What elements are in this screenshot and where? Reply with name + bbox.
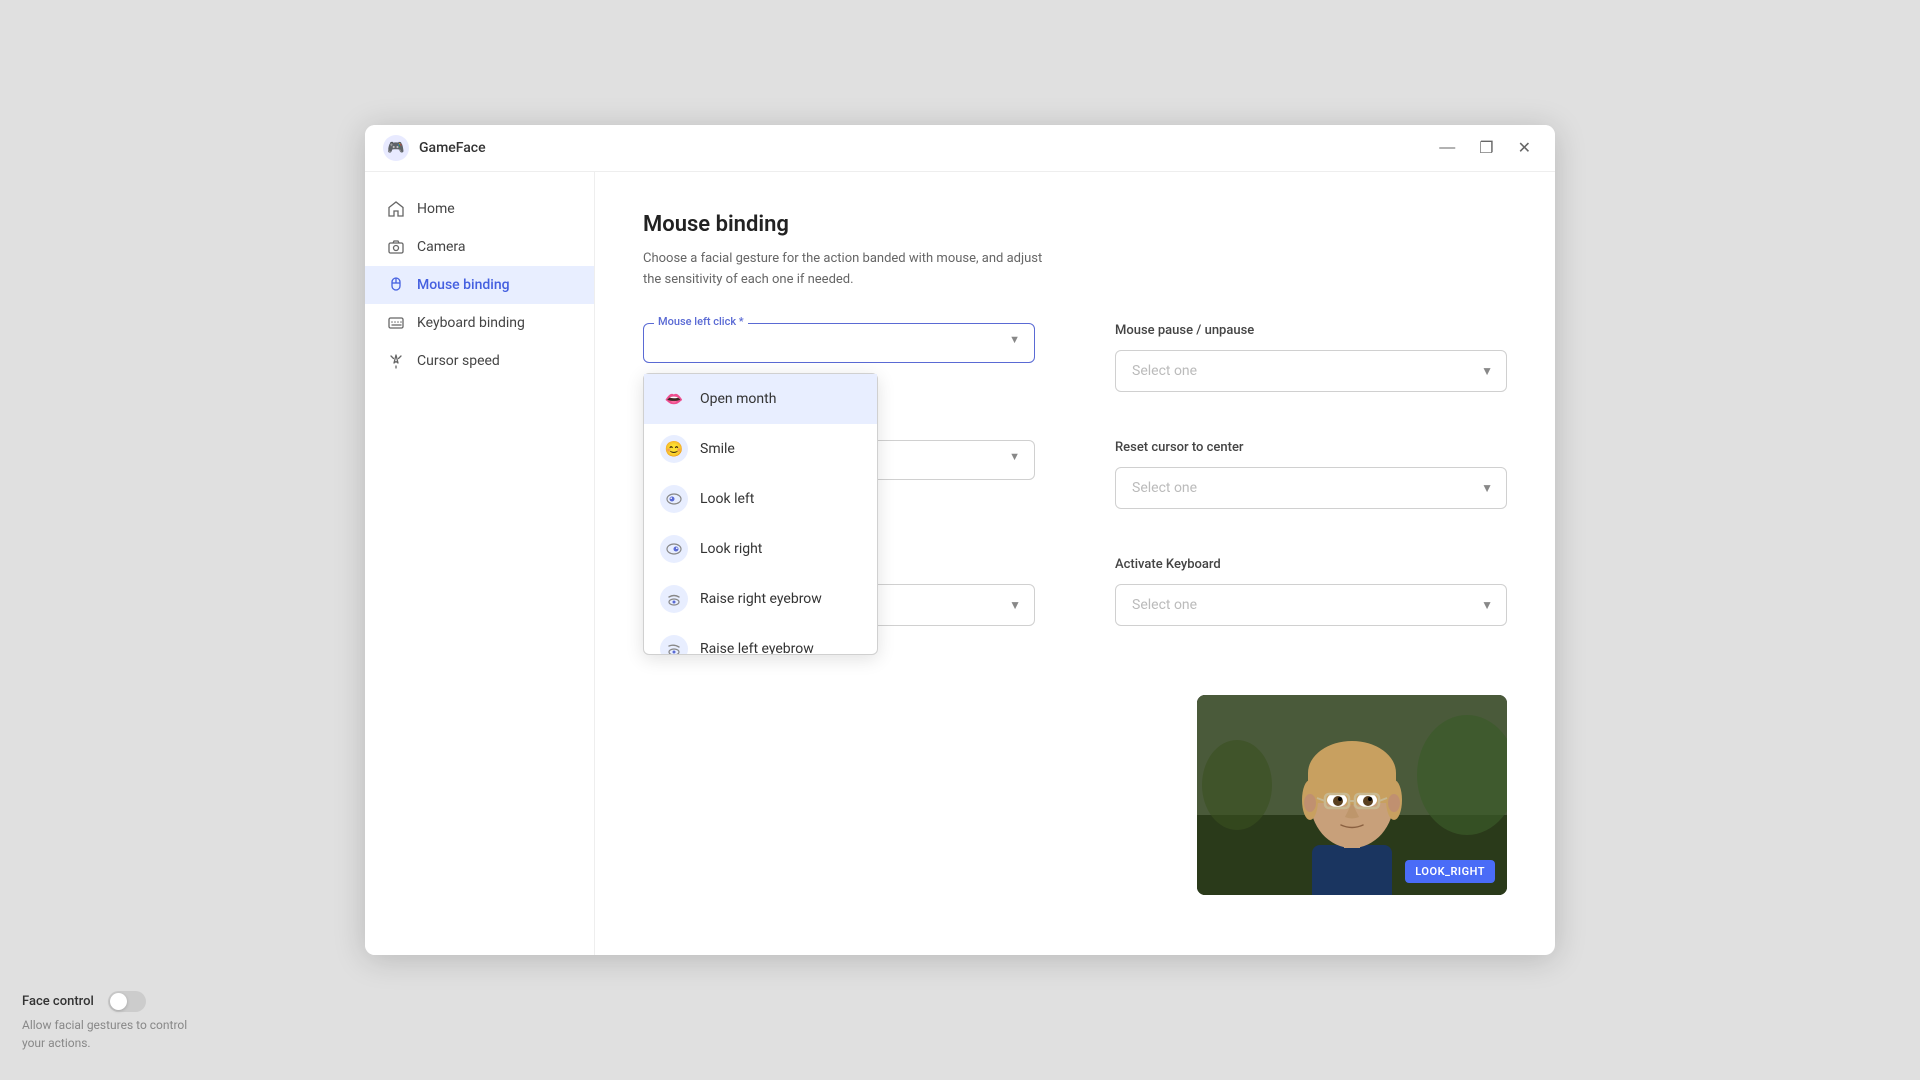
smile-icon: 😊	[660, 435, 688, 463]
activate-keyboard-select[interactable]: Select one	[1115, 584, 1507, 626]
binding-label-left-click: Mouse left click *	[654, 315, 748, 328]
titlebar: 🎮 GameFace — ❐ ✕	[365, 125, 1555, 172]
dropdown-item-label-smile: Smile	[700, 441, 735, 457]
sidebar-label-camera: Camera	[417, 239, 466, 255]
binding-label-reset: Reset cursor to center	[1115, 440, 1507, 455]
reset-cursor-select[interactable]: Select one	[1115, 467, 1507, 509]
raise-right-eyebrow-icon	[660, 585, 688, 613]
look-left-icon	[660, 485, 688, 513]
dropdown-item-label-open-mouth: Open month	[700, 391, 776, 407]
app-title: GameFace	[419, 140, 486, 156]
sidebar: Home Camera	[365, 172, 595, 955]
camera-preview-inner: LOOK_RIGHT	[1197, 695, 1507, 895]
app-logo: 🎮	[383, 135, 409, 161]
maximize-button[interactable]: ❐	[1473, 136, 1499, 160]
dropdown-item-label-raise-left-eyebrow: Raise left eyebrow	[700, 641, 814, 654]
open-mouth-icon: 👄	[660, 385, 688, 413]
minimize-button[interactable]: —	[1433, 136, 1461, 160]
mouse-left-click-dropdown: 👄 Open month 😊 Smile	[643, 373, 878, 655]
page-description: Choose a facial gesture for the action b…	[643, 249, 1063, 291]
camera-icon	[387, 238, 405, 256]
mouse-pause-select[interactable]: Select one	[1115, 350, 1507, 392]
bindings-grid: Mouse left click * ▼ 👄 Open month	[643, 323, 1507, 626]
camera-preview: LOOK_RIGHT	[1197, 695, 1507, 895]
cursor-speed-icon	[387, 352, 405, 370]
camera-badge: LOOK_RIGHT	[1405, 860, 1495, 883]
page-title: Mouse binding	[643, 212, 1507, 237]
main-content: Mouse binding Choose a facial gesture fo…	[595, 172, 1555, 955]
window-controls: — ❐ ✕	[1433, 136, 1537, 160]
mouse-pause-placeholder: Select one	[1132, 363, 1197, 379]
binding-label-pause: Mouse pause / unpause	[1115, 323, 1507, 338]
chevron-down-icon: ▼	[1009, 450, 1020, 463]
binding-mouse-pause: Mouse pause / unpause Select one ▼	[1115, 323, 1507, 392]
dropdown-item-raise-right-eyebrow[interactable]: Raise right eyebrow	[644, 574, 877, 624]
raise-left-eyebrow-icon	[660, 635, 688, 654]
chevron-down-icon: ▼	[1009, 333, 1020, 346]
binding-activate-keyboard: Activate Keyboard Select one ▼	[1115, 557, 1507, 626]
dropdown-item-smile[interactable]: 😊 Smile	[644, 424, 877, 474]
dropdown-item-raise-left-eyebrow[interactable]: Raise left eyebrow	[644, 624, 877, 654]
titlebar-left: 🎮 GameFace	[383, 135, 486, 161]
dropdown-item-look-right[interactable]: Look right	[644, 524, 877, 574]
close-button[interactable]: ✕	[1512, 136, 1537, 160]
app-window: 🎮 GameFace — ❐ ✕ Home	[365, 125, 1555, 955]
dropdown-item-open-mouth[interactable]: 👄 Open month	[644, 374, 877, 424]
mouse-icon	[387, 276, 405, 294]
dropdown-list: 👄 Open month 😊 Smile	[644, 374, 877, 654]
sidebar-label-home: Home	[417, 201, 455, 217]
sidebar-item-mouse-binding[interactable]: Mouse binding	[365, 266, 594, 304]
reset-cursor-placeholder: Select one	[1132, 480, 1197, 496]
mouse-left-click-select[interactable]: ▼	[658, 328, 1020, 352]
sidebar-label-cursor-speed: Cursor speed	[417, 353, 500, 369]
activate-keyboard-placeholder: Select one	[1132, 597, 1197, 613]
sidebar-label-mouse-binding: Mouse binding	[417, 277, 510, 293]
sidebar-item-camera[interactable]: Camera	[365, 228, 594, 266]
reset-cursor-select-wrapper: Select one ▼	[1115, 467, 1507, 509]
sidebar-item-keyboard-binding[interactable]: Keyboard binding	[365, 304, 594, 342]
home-icon	[387, 200, 405, 218]
app-body: Home Camera	[365, 172, 1555, 955]
binding-reset-cursor: Reset cursor to center Select one ▼	[1115, 440, 1507, 509]
sidebar-label-keyboard-binding: Keyboard binding	[417, 315, 525, 331]
dropdown-item-label-look-left: Look left	[700, 491, 754, 507]
activate-keyboard-select-wrapper: Select one ▼	[1115, 584, 1507, 626]
dropdown-item-label-look-right: Look right	[700, 541, 762, 557]
mouse-pause-select-wrapper: Select one ▼	[1115, 350, 1507, 392]
binding-label-keyboard: Activate Keyboard	[1115, 557, 1507, 572]
dropdown-item-look-left[interactable]: Look left	[644, 474, 877, 524]
dropdown-item-label-raise-right-eyebrow: Raise right eyebrow	[700, 591, 822, 607]
sidebar-item-cursor-speed[interactable]: Cursor speed	[365, 342, 594, 380]
binding-mouse-left-click: Mouse left click * ▼ 👄 Open month	[643, 323, 1035, 392]
look-right-icon	[660, 535, 688, 563]
keyboard-icon	[387, 314, 405, 332]
sidebar-item-home[interactable]: Home	[365, 190, 594, 228]
